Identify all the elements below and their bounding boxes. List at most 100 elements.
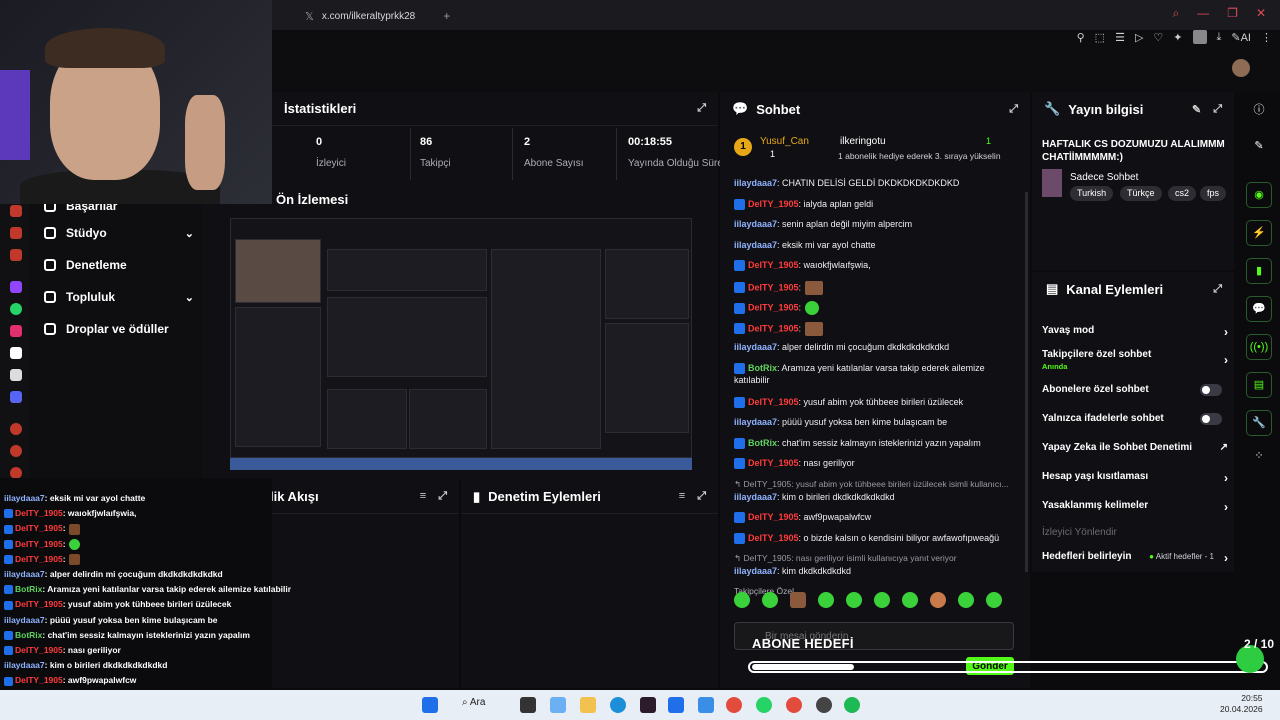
chat-username[interactable]: iilaydaaa7	[734, 566, 777, 576]
chat-username[interactable]: iilaydaaa7	[734, 219, 777, 229]
nav-item-studio[interactable]: Stüdyo ⌄	[44, 222, 194, 244]
chat-username[interactable]: DeITY_1905	[748, 397, 799, 407]
filter-icon[interactable]: ≡	[679, 490, 685, 503]
play-icon[interactable]: ▷	[1135, 31, 1143, 44]
info-icon[interactable]: ⓘ	[1246, 98, 1272, 124]
heart-icon[interactable]: ♡	[1153, 31, 1163, 44]
chat-username[interactable]: DeITY_1905	[748, 199, 799, 209]
chat-username[interactable]: iilaydaaa7	[734, 178, 777, 188]
menu-icon[interactable]: ⋮	[1261, 31, 1272, 44]
popout-icon[interactable]: ⤢	[1213, 283, 1222, 296]
leaderboard-user-1[interactable]: Yusuf_Can	[760, 136, 809, 147]
emote-icon[interactable]	[846, 592, 862, 608]
tag[interactable]: Türkçe	[1120, 186, 1162, 201]
chrome-icon[interactable]	[726, 697, 742, 713]
chat-username[interactable]: BotRix	[748, 438, 777, 448]
chat-username[interactable]: DeITY_1905	[748, 323, 799, 333]
browser-tab[interactable]: 𝕏 x.com/ilkeraltyprkk28 +	[305, 6, 455, 26]
start-icon[interactable]	[422, 697, 438, 713]
chat-username[interactable]: iilaydaaa7	[734, 492, 777, 502]
banned-words-item[interactable]: Yasaklanmış kelimeler ›	[1042, 500, 1228, 514]
spotify-icon[interactable]	[844, 697, 860, 713]
chat-username[interactable]: iilaydaaa7	[734, 417, 777, 427]
tag[interactable]: cs2	[1168, 186, 1197, 201]
slow-mode-item[interactable]: Yavaş mod ›	[1042, 325, 1228, 339]
tag[interactable]: fps	[1200, 186, 1227, 201]
popout-icon[interactable]: ⤢	[438, 490, 447, 503]
settings-icon[interactable]	[10, 423, 22, 435]
x-icon[interactable]	[10, 369, 22, 381]
popout-icon[interactable]: ⤢	[697, 490, 706, 503]
chat-username[interactable]: DeITY_1905	[748, 302, 799, 312]
popout-icon[interactable]: ⤢	[1009, 103, 1018, 116]
category-name[interactable]: Sadece Sohbet	[1070, 172, 1138, 183]
chat-username[interactable]: iilaydaaa7	[734, 240, 777, 250]
studio-icon[interactable]	[10, 227, 22, 239]
nav-item-moderation[interactable]: Denetleme	[44, 254, 194, 276]
emote-icon[interactable]	[986, 592, 1002, 608]
emote-icon[interactable]	[902, 592, 918, 608]
filter-icon[interactable]: ≡	[420, 490, 426, 503]
leaderboard-user-2[interactable]: ilkeringotu	[840, 136, 886, 147]
chat-username[interactable]: iilaydaaa7	[734, 342, 777, 352]
edit-icon[interactable]: ✎	[1246, 134, 1272, 160]
emote-icon[interactable]	[958, 592, 974, 608]
discord-icon[interactable]	[10, 391, 22, 403]
nav-item-community[interactable]: Topluluk ⌄	[44, 286, 194, 308]
chat-username[interactable]: DeITY_1905	[748, 458, 799, 468]
reader-icon[interactable]: ☰	[1115, 31, 1125, 44]
chat-icon[interactable]: 💬	[1246, 296, 1272, 322]
wrench-icon[interactable]: 🔧	[1246, 410, 1272, 436]
chat-username[interactable]: DeITY_1905	[748, 282, 799, 292]
emote-icon[interactable]	[762, 592, 778, 608]
obs-icon[interactable]	[816, 697, 832, 713]
subscriber-only-toggle[interactable]	[1200, 384, 1222, 396]
tag[interactable]: Turkish	[1070, 186, 1114, 201]
edge-icon[interactable]	[610, 697, 626, 713]
account-age-item[interactable]: Hesap yaşı kısıtlaması ›	[1042, 471, 1228, 485]
home-icon[interactable]	[10, 205, 22, 217]
whatsapp-icon[interactable]	[10, 303, 22, 315]
log-icon[interactable]: ▮	[1246, 258, 1272, 284]
search-icon[interactable]: ⌕	[1172, 6, 1179, 21]
emote-only-toggle[interactable]	[1200, 413, 1222, 425]
chat-username[interactable]: DeITY_1905	[748, 533, 799, 543]
new-tab-button[interactable]: +	[443, 9, 450, 23]
popout-icon[interactable]: ⤢	[1213, 103, 1222, 116]
profile-icon[interactable]	[1192, 30, 1207, 44]
user-avatar[interactable]	[1232, 59, 1250, 77]
edit-icon[interactable]: ✎	[1192, 103, 1201, 116]
copilot-icon[interactable]	[550, 697, 566, 713]
twitch-icon[interactable]	[10, 281, 22, 293]
camera-icon[interactable]: ◉	[1246, 182, 1272, 208]
instagram-icon[interactable]	[10, 325, 22, 337]
stream-preview-video[interactable]	[230, 218, 692, 458]
popout-icon[interactable]: ⤢	[697, 102, 706, 115]
emote-icon[interactable]	[818, 592, 834, 608]
emote-icon[interactable]	[930, 592, 946, 608]
maximize-button[interactable]: ❐	[1227, 6, 1238, 21]
whatsapp-icon[interactable]	[756, 697, 772, 713]
chat-username[interactable]: BotRix	[748, 363, 777, 373]
chrome-icon[interactable]	[786, 697, 802, 713]
chat-username[interactable]: DeITY_1905	[748, 512, 799, 522]
chat-username[interactable]: DeITY_1905	[748, 260, 799, 270]
app-icon[interactable]	[640, 697, 656, 713]
broadcast-icon[interactable]: ((•))	[1246, 334, 1272, 360]
tiktok-icon[interactable]	[10, 347, 22, 359]
shield-icon[interactable]	[10, 249, 22, 261]
follower-only-item[interactable]: Takipçilere özel sohbet Anında ›	[1042, 349, 1228, 371]
emote-icon[interactable]	[734, 592, 750, 608]
taskbar-search[interactable]: ⌕ Ara	[462, 697, 485, 708]
channel-icon[interactable]: ▤	[1246, 372, 1272, 398]
ai-icon[interactable]: ✎AI	[1231, 31, 1251, 44]
emote-icon[interactable]	[874, 592, 890, 608]
screenshot-icon[interactable]: ⬚	[1095, 31, 1105, 44]
clock[interactable]: 20:55 20.04.2026	[1220, 693, 1263, 715]
theme-icon[interactable]	[10, 445, 22, 457]
goals-item[interactable]: Hedefleri belirleyin ● Aktif hedefler - …	[1042, 551, 1228, 565]
nav-item-drops[interactable]: Droplar ve ödüller	[44, 318, 194, 340]
extensions-icon[interactable]: ✦	[1173, 31, 1182, 44]
store-icon[interactable]	[668, 697, 684, 713]
bolt-icon[interactable]: ⚡	[1246, 220, 1272, 246]
